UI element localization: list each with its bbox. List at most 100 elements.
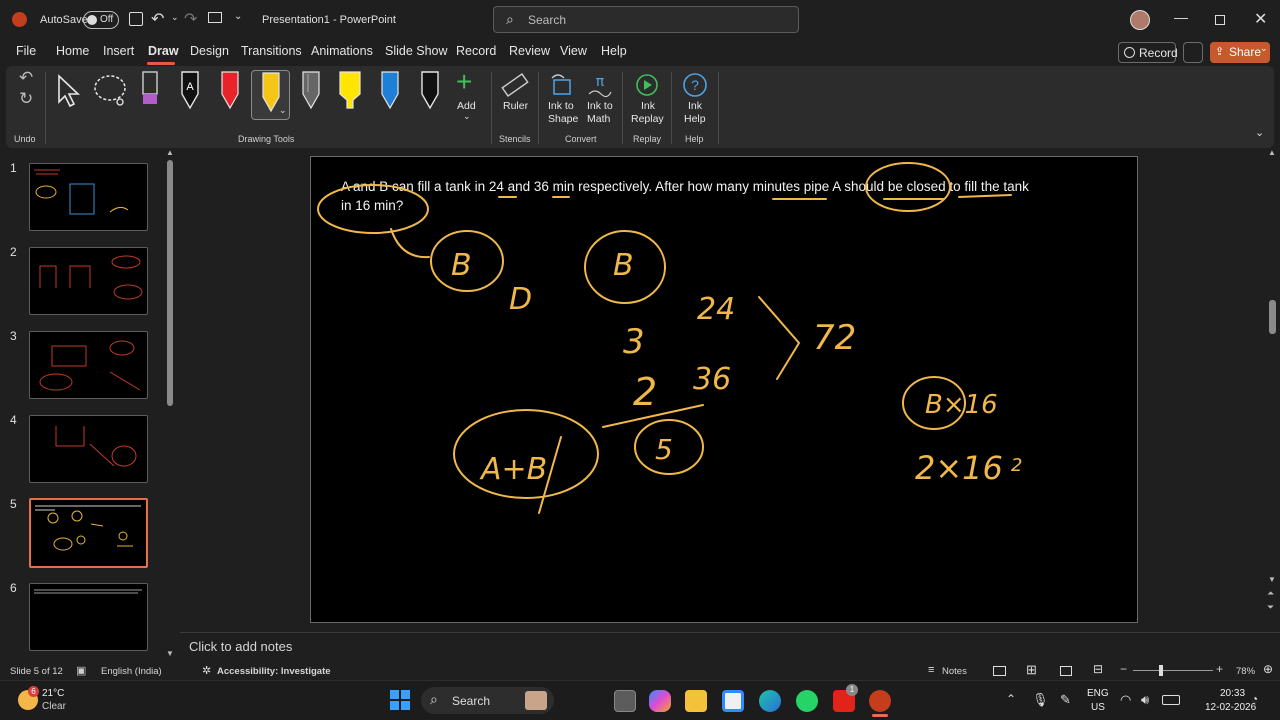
slide-canvas[interactable]: A and B can fill a tank in 24 and 36 min…	[310, 156, 1138, 623]
redo-icon[interactable]: ↷	[184, 9, 197, 29]
pen-white-icon[interactable]	[418, 70, 442, 110]
slide-thumbnail-2[interactable]	[29, 247, 148, 315]
record-button[interactable]: Record	[1118, 42, 1178, 63]
prev-slide-icon[interactable]: ⏶	[1267, 588, 1274, 599]
main-scrollbar[interactable]	[1269, 300, 1276, 334]
normal-view-icon[interactable]	[993, 666, 1006, 676]
next-slide-icon[interactable]: ⏷	[1267, 602, 1274, 613]
panel-scroll-up-icon[interactable]: ▲	[166, 148, 174, 157]
edge-icon[interactable]	[759, 690, 781, 712]
menu-help[interactable]: Help	[601, 44, 627, 58]
close-icon[interactable]: ✕	[1254, 9, 1267, 29]
input-lang-1[interactable]: ENG	[1087, 688, 1109, 699]
panel-scrollbar[interactable]	[167, 160, 173, 406]
ribbon-undo-icon[interactable]: ↶	[19, 68, 33, 88]
lasso-select-icon[interactable]	[93, 73, 129, 109]
pen-blue-icon[interactable]	[378, 70, 402, 110]
ruler-button[interactable]: Ruler	[499, 70, 531, 120]
comments-icon[interactable]	[1183, 42, 1203, 63]
volume-icon[interactable]: 🔊︎	[1141, 692, 1149, 708]
customize-qat-icon[interactable]: ⌄	[234, 11, 242, 22]
ink-to-math-button[interactable]: π Ink to Math	[584, 70, 616, 128]
fit-slide-icon[interactable]: ⊕	[1263, 662, 1273, 676]
reading-view-icon[interactable]	[1060, 666, 1072, 676]
menu-design[interactable]: Design	[190, 44, 229, 58]
menu-slide-show[interactable]: Slide Show	[385, 44, 448, 58]
lenovo-app-icon[interactable]: 1	[833, 684, 858, 712]
zoom-slider-track[interactable]	[1133, 665, 1213, 676]
menu-draw[interactable]: Draw	[148, 44, 179, 58]
chevron-down-icon[interactable]: ⌄	[279, 105, 287, 116]
wifi-icon[interactable]: ◠	[1120, 692, 1131, 708]
notes-button[interactable]: Notes	[942, 666, 967, 677]
search-box[interactable]: ⌕ Search	[493, 6, 799, 33]
battery-icon[interactable]	[1162, 695, 1180, 705]
notes-placeholder[interactable]: Click to add notes	[189, 639, 292, 654]
store-icon[interactable]	[722, 690, 744, 712]
menu-home[interactable]: Home	[56, 44, 89, 58]
clock-date[interactable]: 12-02-2026	[1205, 702, 1256, 713]
ink-replay-button[interactable]: Ink Replay	[630, 70, 664, 128]
add-pen-button[interactable]: + Add ⌄	[452, 66, 482, 125]
maximize-icon[interactable]	[1215, 15, 1225, 25]
start-button-icon[interactable]	[390, 690, 410, 710]
zoom-level[interactable]: 78%	[1236, 666, 1255, 677]
menu-insert[interactable]: Insert	[103, 44, 134, 58]
notification-bell-icon[interactable]: ◔	[1251, 692, 1258, 706]
select-tool-icon[interactable]	[56, 74, 82, 108]
weather-widget[interactable]: 6 21°C Clear	[14, 686, 104, 716]
chevron-down-icon[interactable]: ⌄	[171, 12, 179, 23]
menu-review[interactable]: Review	[509, 44, 550, 58]
pen-tray-icon[interactable]: ✎	[1060, 692, 1071, 708]
ribbon-redo-icon[interactable]: ↻	[19, 89, 33, 109]
slideshow-view-icon[interactable]: ⊟	[1093, 662, 1103, 676]
share-button[interactable]: ⇪ Share ⌄	[1210, 42, 1270, 63]
minimize-icon[interactable]: —	[1174, 9, 1188, 25]
menu-animations[interactable]: Animations	[311, 44, 373, 58]
file-explorer-icon[interactable]	[685, 690, 707, 712]
present-icon[interactable]	[208, 12, 222, 23]
copilot-icon[interactable]	[649, 690, 671, 712]
task-view-icon[interactable]	[614, 690, 636, 712]
menu-transitions[interactable]: Transitions	[241, 44, 302, 58]
zoom-in-icon[interactable]: +	[1216, 662, 1223, 676]
slide-thumbnail-6[interactable]	[29, 583, 148, 651]
whatsapp-icon[interactable]	[796, 690, 818, 712]
save-icon[interactable]	[129, 12, 143, 26]
pen-yellow-selected[interactable]: ⌄	[251, 70, 290, 120]
slide-sorter-icon[interactable]: ⊞	[1026, 662, 1037, 678]
spellcheck-icon[interactable]: ▣	[76, 664, 86, 677]
zoom-slider-thumb[interactable]	[1159, 665, 1163, 676]
slide-thumbnail-4[interactable]	[29, 415, 148, 483]
powerpoint-taskbar-icon[interactable]	[869, 690, 891, 712]
menu-record[interactable]: Record	[456, 44, 496, 58]
language-status[interactable]: English (India)	[101, 666, 162, 677]
taskbar-search[interactable]: ⌕ Search	[421, 687, 554, 714]
user-avatar[interactable]	[1130, 10, 1150, 30]
input-lang-2[interactable]: US	[1091, 702, 1105, 713]
tray-chevron-up-icon[interactable]: ⌃	[1006, 692, 1016, 706]
pen-black-a-icon[interactable]: A	[178, 70, 202, 110]
clock-time[interactable]: 20:33	[1220, 688, 1245, 699]
ink-help-button[interactable]: ? Ink Help	[679, 70, 711, 128]
slide-thumbnail-5[interactable]	[29, 498, 148, 568]
ink-to-shape-button[interactable]: Ink to Shape	[546, 70, 580, 128]
accessibility-status[interactable]: Accessibility: Investigate	[217, 666, 331, 677]
autosave-toggle[interactable]: Off	[83, 11, 119, 29]
scroll-up-icon[interactable]: ▲	[1268, 148, 1276, 157]
menu-file[interactable]: File	[16, 44, 36, 58]
undo-icon[interactable]: ↶	[151, 9, 164, 29]
scroll-down-icon[interactable]: ▼	[1268, 575, 1276, 584]
microphone-icon[interactable]: 🎙︎	[1032, 692, 1049, 708]
slide-thumbnail-3[interactable]	[29, 331, 148, 399]
eraser-icon[interactable]	[139, 70, 161, 108]
collapse-ribbon-icon[interactable]: ⌄	[1255, 126, 1264, 139]
separator	[491, 72, 492, 144]
slide-thumbnail-1[interactable]	[29, 163, 148, 231]
menu-view[interactable]: View	[560, 44, 587, 58]
pen-red-icon[interactable]	[218, 70, 242, 110]
highlighter-yellow-icon[interactable]	[337, 70, 363, 110]
panel-scroll-down-icon[interactable]: ▼	[166, 649, 174, 658]
zoom-out-icon[interactable]: −	[1120, 662, 1127, 676]
pencil-gray-icon[interactable]	[299, 70, 323, 110]
